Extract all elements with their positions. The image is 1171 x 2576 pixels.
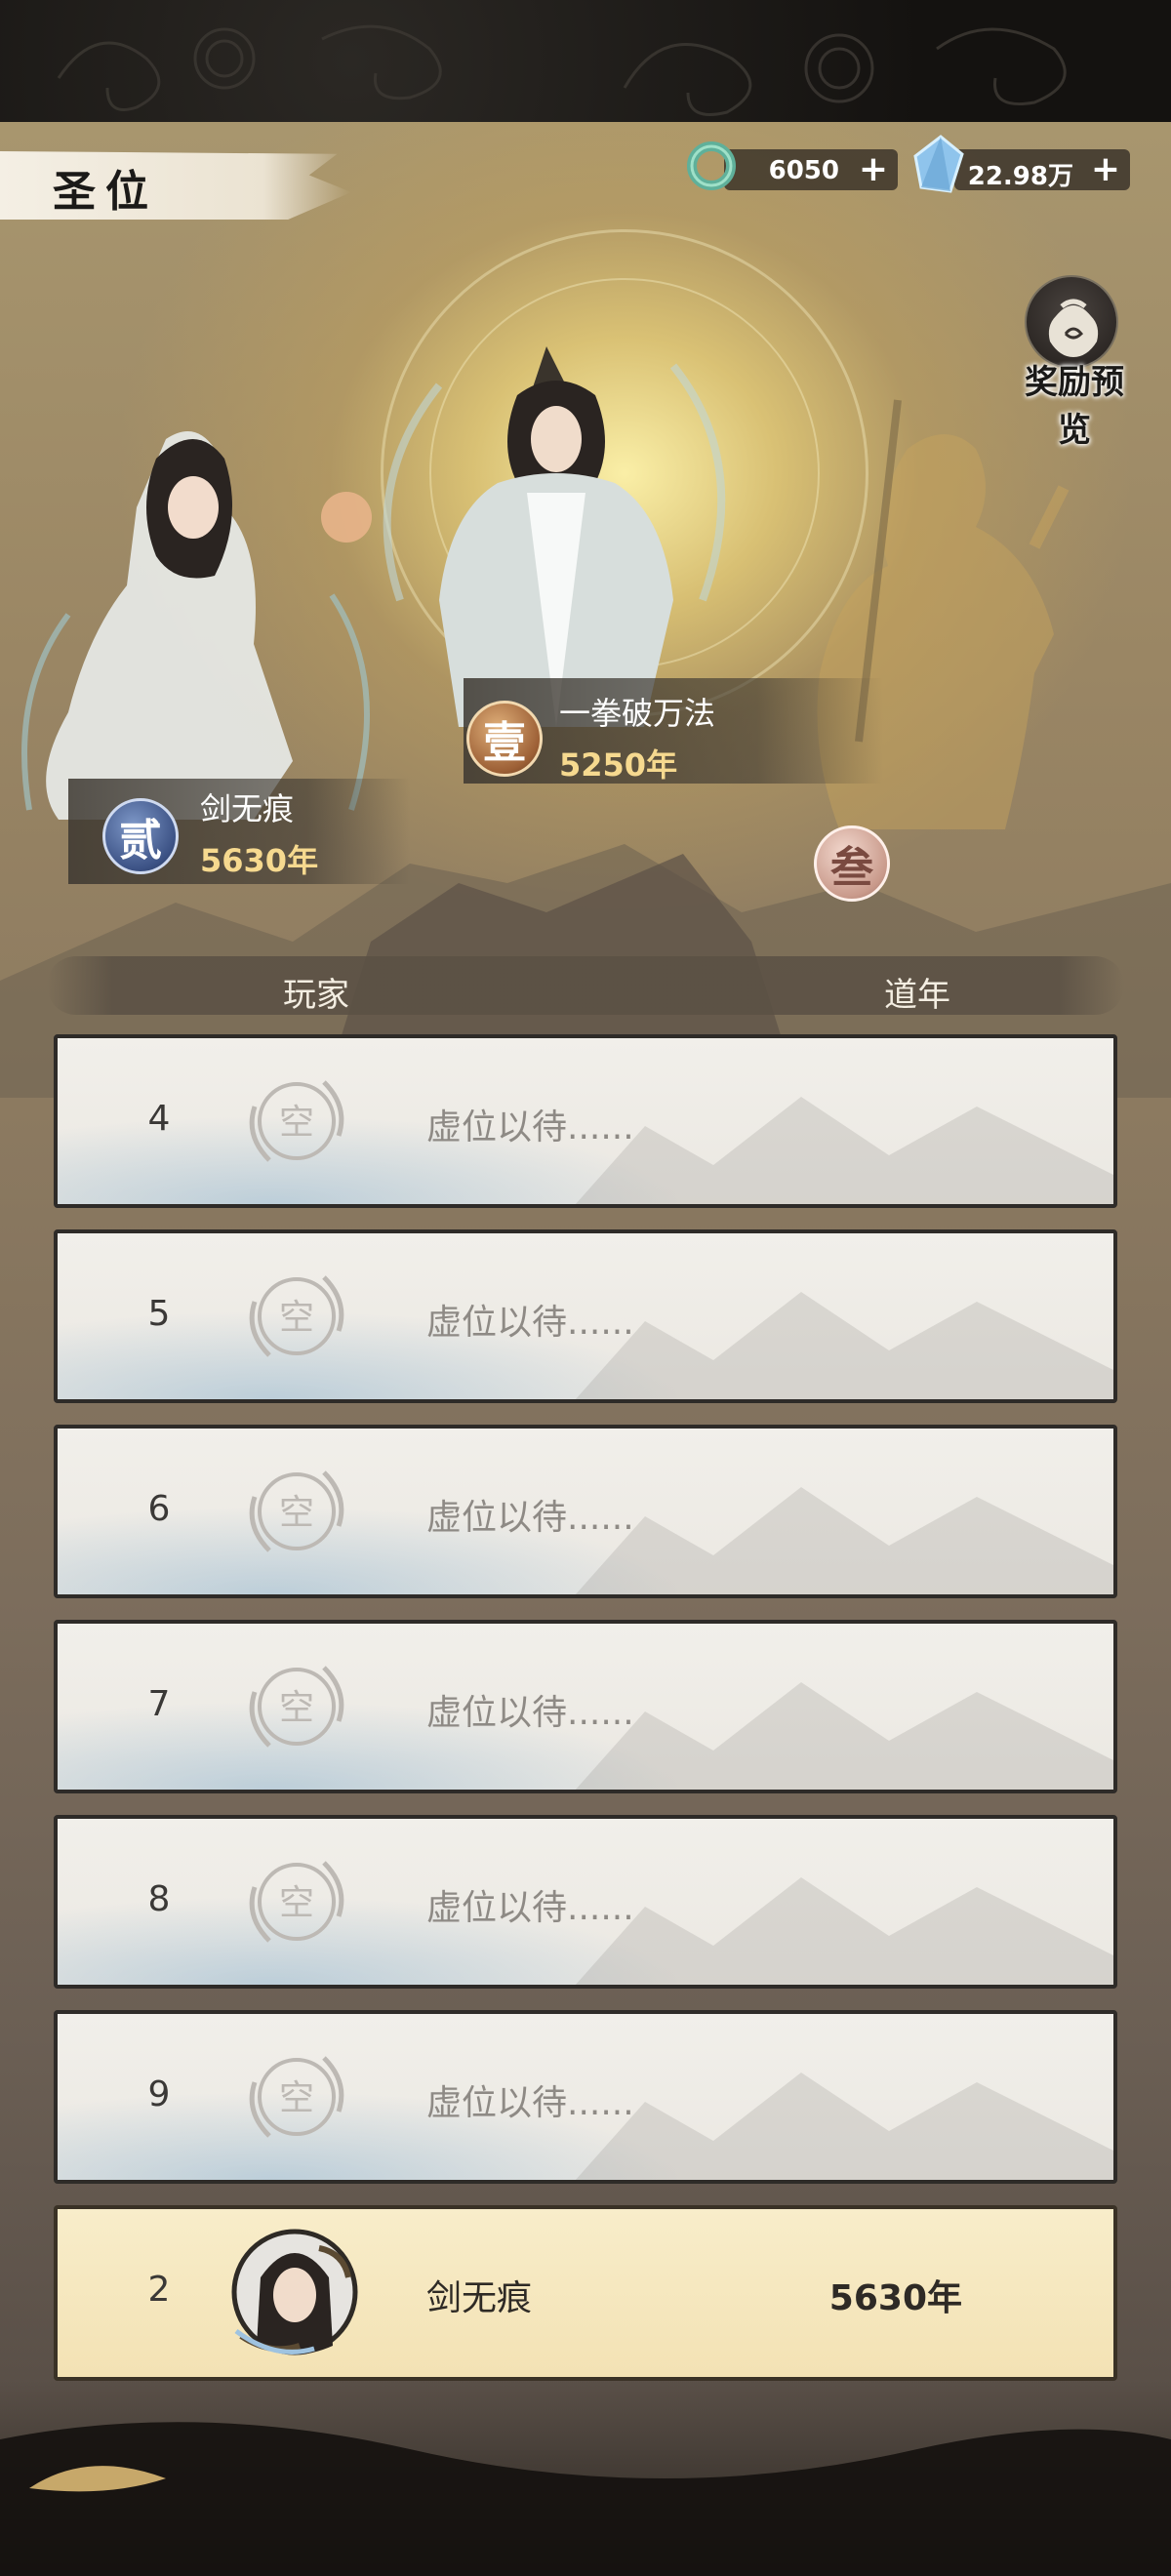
currency-crystal-value: 22.98万 (967, 162, 1073, 191)
row-player-name: 虚位以待...... (426, 1303, 634, 1343)
rank-3-medal: 叁 (814, 825, 890, 902)
currency-crystal: 22.98万 + (954, 149, 1130, 191)
rank-1-years: 5250年 (559, 746, 678, 784)
table-row[interactable]: 8 空 虚位以待...... (54, 1815, 1117, 1989)
rank-1-medal: 壹 (466, 701, 543, 777)
player-avatar[interactable] (222, 2219, 368, 2365)
bottom-ink-wave (0, 2422, 1171, 2576)
table-row[interactable]: 6 空 虚位以待...... (54, 1425, 1117, 1598)
cloud-pattern (57, 24, 1067, 116)
row-player-years: 5630年 (828, 2278, 962, 2318)
mountain-mist (575, 1877, 1113, 1985)
col-player-header: 玩家 (283, 976, 349, 1015)
row-rank: 6 (147, 1489, 171, 1529)
rank-2-name: 剑无痕 (200, 790, 295, 827)
my-rank-row[interactable]: 2 剑无痕 5630年 (54, 2205, 1117, 2381)
row-player-name: 剑无痕 (426, 2278, 533, 2318)
empty-seal-icon: 空 (249, 1080, 344, 1162)
mountain-mist (575, 1292, 1113, 1399)
mountain-mist (575, 1487, 1113, 1594)
svg-text:空: 空 (279, 1883, 314, 1923)
row-player-name: 虚位以待...... (426, 1888, 634, 1928)
row-rank: 4 (147, 1099, 171, 1139)
svg-text:空: 空 (279, 1493, 314, 1533)
row-player-name: 虚位以待...... (426, 1107, 634, 1147)
row-rank: 8 (147, 1879, 171, 1919)
mountain-mist (575, 1682, 1113, 1790)
currency-jade: 6050 + (724, 149, 898, 190)
rank-2-medal: 贰 (102, 798, 179, 874)
svg-text:空: 空 (279, 1103, 314, 1143)
mountain-mist (575, 1097, 1113, 1204)
empty-seal-icon: 空 (249, 2056, 344, 2138)
mountain-mist (575, 2073, 1113, 2180)
row-player-name: 虚位以待...... (426, 1693, 634, 1733)
rank-1-character[interactable] (381, 327, 751, 737)
row-player-name: 虚位以待...... (426, 2083, 634, 2123)
row-rank: 2 (147, 2270, 171, 2310)
spirit-crystal-icon (913, 135, 964, 193)
empty-seal-icon: 空 (249, 1861, 344, 1943)
table-row[interactable]: 5 空 虚位以待...... (54, 1229, 1117, 1403)
row-rank: 5 (147, 1294, 171, 1334)
table-header (47, 956, 1124, 1015)
row-rank: 7 (147, 1684, 171, 1724)
col-years-header: 道年 (884, 976, 950, 1015)
empty-seal-icon: 空 (249, 1275, 344, 1357)
row-player-name: 虚位以待...... (426, 1498, 634, 1538)
rank-2-years: 5630年 (200, 842, 319, 879)
svg-text:空: 空 (279, 1688, 314, 1728)
empty-seal-icon: 空 (249, 1470, 344, 1552)
table-row[interactable]: 4 空 虚位以待...... (54, 1034, 1117, 1208)
jade-ring-icon (687, 141, 736, 190)
currency-jade-value: 6050 (768, 156, 839, 185)
svg-text:空: 空 (279, 2078, 314, 2118)
table-row[interactable]: 7 空 虚位以待...... (54, 1620, 1117, 1793)
rank-1-name: 一拳破万法 (559, 695, 716, 732)
table-row[interactable]: 9 空 虚位以待...... (54, 2010, 1117, 2184)
currency-jade-add-button[interactable]: + (859, 152, 888, 187)
page-title: 圣位 (53, 167, 158, 217)
empty-seal-icon: 空 (249, 1666, 344, 1748)
currency-crystal-add-button[interactable]: + (1091, 152, 1120, 187)
row-rank: 9 (147, 2074, 171, 2114)
svg-text:空: 空 (279, 1298, 314, 1338)
top-pattern-band (0, 0, 1171, 122)
